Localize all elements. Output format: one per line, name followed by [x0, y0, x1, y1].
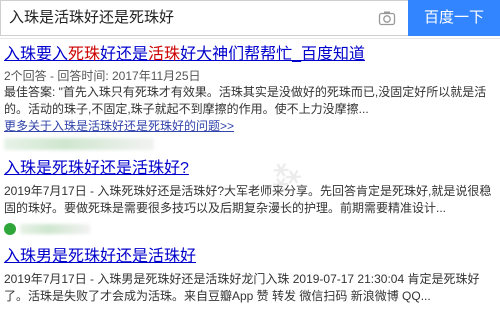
- result-title-link[interactable]: 入珠男是死珠好还是活珠好: [4, 246, 500, 267]
- result-item: 入珠要入死珠好还是活珠好大神们帮帮忙_百度知道 2个回答 - 回答时间: 201…: [4, 44, 500, 150]
- search-input[interactable]: 入珠是活珠好还是死珠好: [0, 0, 408, 36]
- result-source: [4, 220, 500, 238]
- more-questions-link[interactable]: 更多关于入珠是活珠好还是死珠好的问题>>: [4, 118, 500, 134]
- blurred-url: [4, 138, 154, 150]
- title-keyword: 活珠: [148, 46, 181, 63]
- source-icon: [4, 222, 16, 235]
- result-item: 入珠是死珠好还是活珠好? 2019年7月17日 - 入珠死珠好还是活珠好?大军老…: [4, 158, 500, 238]
- result-meta: 2个回答 - 回答时间: 2017年11月25日: [4, 69, 201, 83]
- result-title-link[interactable]: 入珠是死珠好还是活珠好?: [4, 158, 500, 179]
- result-snippet: 2019年7月17日 - 入珠死珠好还是活珠好?大军老师来分享。先回答肯定是死珠…: [4, 184, 492, 215]
- title-part: 入珠要入: [4, 46, 69, 63]
- result-snippet: 最佳答案: "首先入珠只有死珠才有效果。活珠其实是没做好的死珠而已,没固定好所以…: [4, 85, 487, 116]
- title-part: 好还是: [100, 46, 149, 63]
- result-title-link[interactable]: 入珠要入死珠好还是活珠好大神们帮帮忙_百度知道: [4, 44, 500, 65]
- blurred-url: [20, 223, 90, 234]
- camera-icon[interactable]: [378, 9, 396, 27]
- title-keyword: 死珠: [68, 46, 101, 63]
- result-item: 入珠男是死珠好还是活珠好 2019年7月17日 - 入珠男是死珠好还是活珠好龙门…: [4, 246, 500, 305]
- search-bar: 入珠是活珠好还是死珠好 百度一下: [0, 0, 500, 39]
- result-snippet: 2019年7月17日 - 入珠男是死珠好还是活珠好龙门入珠 2019-07-17…: [4, 272, 480, 303]
- results-list: 入珠要入死珠好还是活珠好大神们帮帮忙_百度知道 2个回答 - 回答时间: 201…: [0, 44, 500, 313]
- search-button[interactable]: 百度一下: [408, 0, 500, 36]
- title-part: 好大神们帮帮忙_百度知道: [180, 46, 365, 63]
